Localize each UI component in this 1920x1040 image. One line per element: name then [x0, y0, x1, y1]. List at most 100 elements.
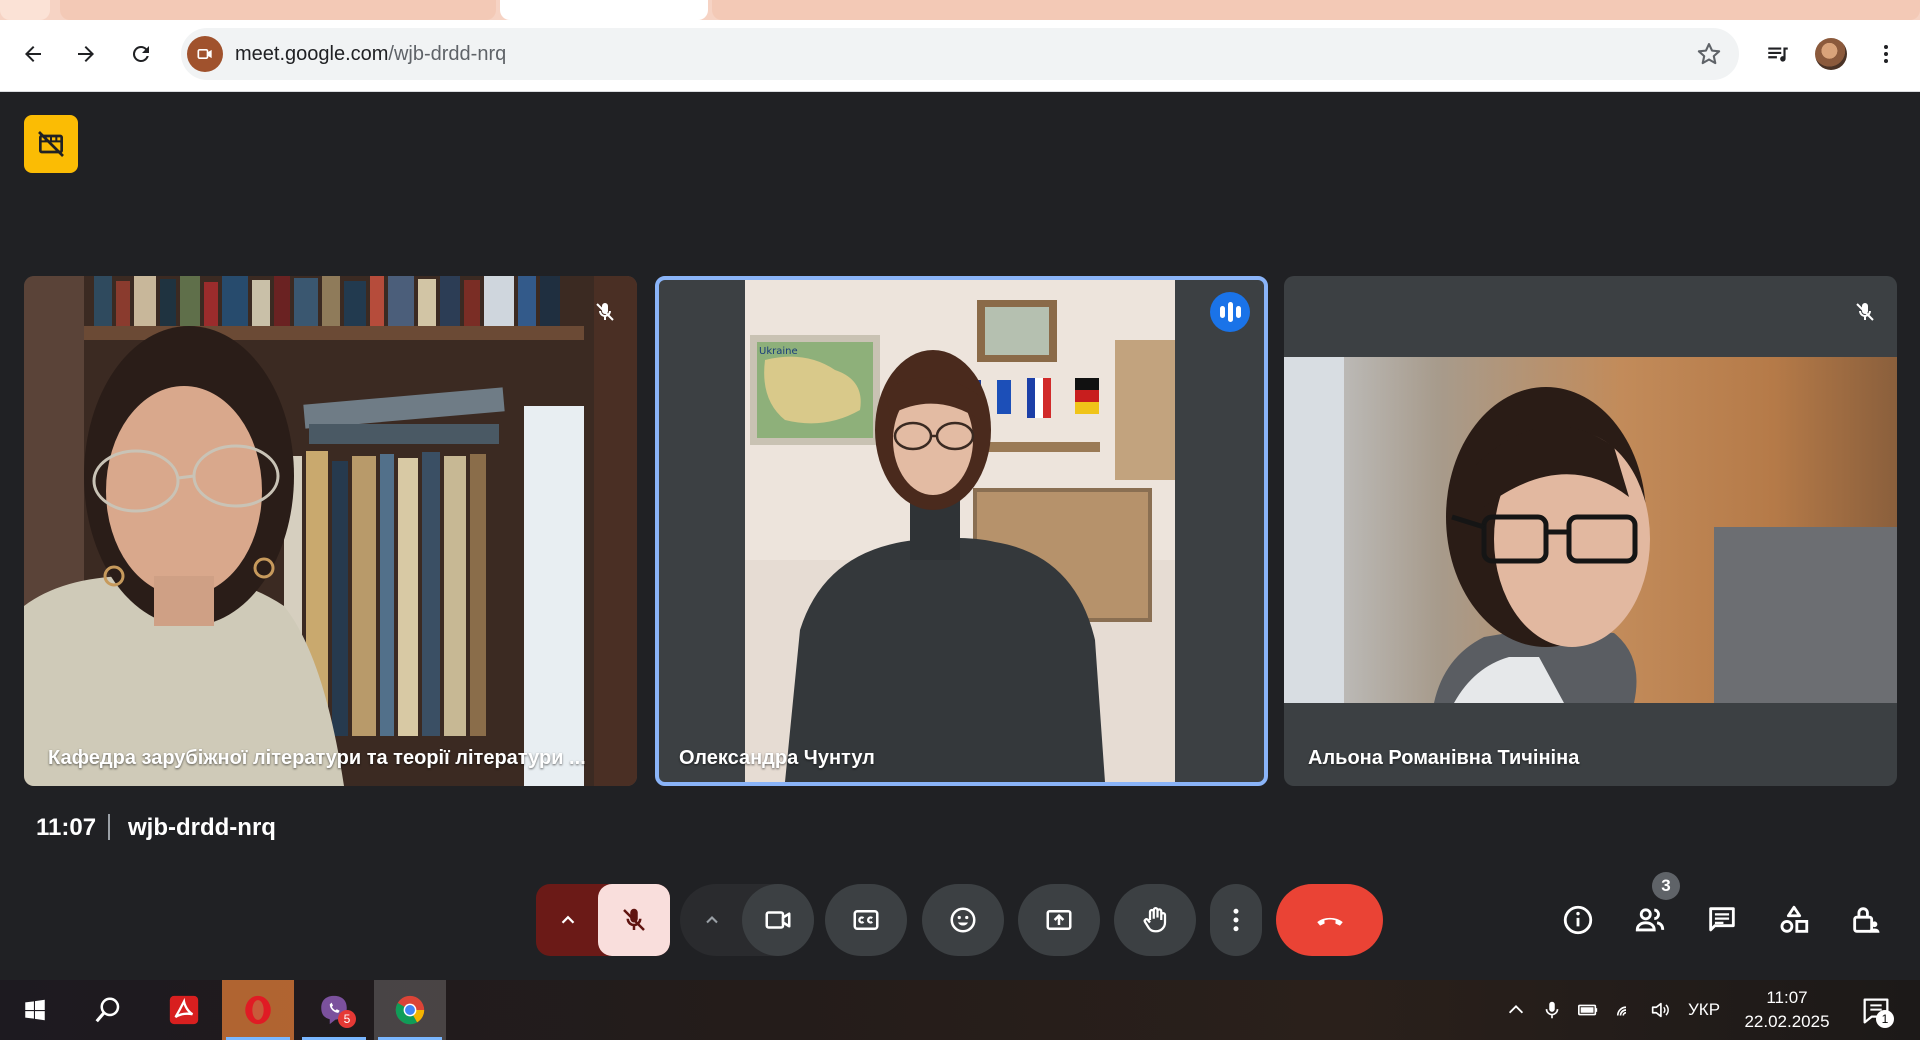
start-button[interactable]: [0, 980, 70, 1040]
hand-icon: [1143, 907, 1167, 933]
participant-video: Ukraine: [745, 280, 1175, 782]
taskbar-app-opera[interactable]: [222, 980, 294, 1040]
address-bar[interactable]: meet.google.com/wjb-drdd-nrq: [181, 28, 1739, 80]
microphone-control: [536, 884, 670, 956]
taskbar-app-viber[interactable]: 5: [298, 980, 370, 1040]
notification-count-badge: 1: [1876, 1010, 1894, 1028]
present-screen-icon: [1046, 910, 1072, 930]
browser-toolbar: meet.google.com/wjb-drdd-nrq: [0, 20, 1920, 92]
wifi-icon: [1616, 1006, 1627, 1016]
meeting-details-button[interactable]: [1558, 900, 1598, 940]
reload-button[interactable]: [123, 36, 159, 72]
clock-date: 22.02.2025: [1744, 1012, 1830, 1031]
browser-tab-active[interactable]: [500, 0, 708, 20]
windows-taskbar: 5 УКР 11:07 22.02.2025 1: [0, 980, 1920, 1040]
more-options-button[interactable]: [1210, 884, 1262, 956]
volume-tray-icon[interactable]: [1646, 996, 1674, 1024]
taskbar-app-chrome[interactable]: [374, 980, 446, 1040]
microphone-icon: [1545, 1001, 1559, 1019]
reload-icon: [132, 45, 149, 62]
browser-tab[interactable]: [60, 0, 496, 20]
camera-icon: [765, 911, 791, 929]
microphone-tray-icon[interactable]: [1538, 996, 1566, 1024]
forward-button[interactable]: [68, 36, 104, 72]
taskbar-app-adobe-acrobat[interactable]: [148, 980, 220, 1040]
hang-up-icon: [1316, 917, 1343, 926]
info-icon: [1563, 905, 1593, 935]
browser-tab[interactable]: [712, 0, 1920, 20]
participant-tile[interactable]: Альона Романівна Тичініна: [1284, 276, 1897, 786]
muted-indicator: [589, 296, 621, 328]
bookmark-star-icon[interactable]: [1695, 40, 1723, 68]
meeting-clock: 11:07: [36, 814, 97, 841]
activities-button[interactable]: [1774, 900, 1814, 940]
show-hidden-icons-button[interactable]: [1502, 996, 1530, 1024]
toggle-camera-button[interactable]: [742, 884, 814, 956]
chevron-up-icon: [1508, 1005, 1524, 1014]
opera-icon: [245, 995, 271, 1025]
participant-tile[interactable]: Кафедра зарубіжної літератури та теорії …: [24, 276, 637, 786]
shapes-icon: [1780, 905, 1809, 933]
search-button[interactable]: [72, 980, 144, 1040]
site-info-icon[interactable]: [187, 36, 223, 72]
media-control-icon[interactable]: [1760, 36, 1796, 72]
browser-menu-icon[interactable]: [1868, 36, 1904, 72]
chevron-up-icon: [706, 916, 718, 924]
participant-video: [1284, 357, 1897, 703]
battery-tray-icon[interactable]: [1574, 996, 1602, 1024]
chevron-up-icon: [561, 915, 575, 924]
participant-name: Кафедра зарубіжної літератури та теорії …: [48, 747, 586, 769]
participant-video: [24, 276, 637, 786]
svg-text:Ukraine: Ukraine: [759, 346, 798, 357]
speaking-indicator: [1210, 292, 1250, 332]
divider: [108, 814, 110, 840]
arrow-left-icon: [25, 46, 41, 62]
battery-icon: [1578, 1004, 1598, 1016]
clock-time: 11:07: [1766, 988, 1808, 1007]
url-text: meet.google.com/wjb-drdd-nrq: [235, 43, 507, 65]
arrow-right-icon: [78, 46, 94, 62]
chat-button[interactable]: [1702, 900, 1742, 940]
network-tray-icon[interactable]: [1612, 996, 1640, 1024]
recording-off-badge[interactable]: [24, 115, 78, 173]
raise-hand-button[interactable]: [1114, 884, 1196, 956]
audio-options-button[interactable]: [536, 884, 600, 956]
video-options-button[interactable]: [680, 884, 744, 956]
emoji-icon: [950, 907, 976, 933]
more-vertical-icon: [1233, 908, 1239, 932]
mic-off-icon: [596, 303, 614, 321]
chat-icon: [1709, 907, 1735, 932]
system-clock[interactable]: 11:07 22.02.2025: [1742, 986, 1832, 1034]
camera-control: [680, 884, 814, 956]
no-recording-icon: [38, 131, 64, 157]
participant-name: Альона Романівна Тичініна: [1308, 747, 1580, 769]
adobe-acrobat-icon: [169, 995, 199, 1025]
captions-button[interactable]: [825, 884, 907, 956]
people-button[interactable]: [1630, 900, 1670, 940]
leave-call-button[interactable]: [1276, 884, 1383, 956]
profile-avatar[interactable]: [1815, 38, 1847, 70]
meet-stage: Кафедра зарубіжної літератури та теорії …: [0, 92, 1920, 980]
captions-icon: [853, 910, 879, 930]
mic-off-icon: [623, 908, 645, 931]
viber-unread-badge: 5: [338, 1010, 356, 1028]
participant-tile-active-speaker[interactable]: Ukraine Олександра Чунтул: [655, 276, 1268, 786]
people-icon: [1635, 908, 1665, 932]
back-button[interactable]: [15, 36, 51, 72]
chrome-icon: [395, 995, 425, 1025]
reactions-button[interactable]: [922, 884, 1004, 956]
input-language-indicator[interactable]: УКР: [1688, 1000, 1720, 1020]
meeting-code: wjb-drdd-nrq: [128, 814, 276, 841]
search-icon: [95, 997, 120, 1023]
lock-person-icon: [1853, 907, 1880, 933]
participant-name: Олександра Чунтул: [679, 747, 875, 769]
browser-tab[interactable]: [0, 0, 50, 20]
windows-logo-icon: [25, 999, 45, 1021]
toggle-microphone-button[interactable]: [598, 884, 670, 956]
present-screen-button[interactable]: [1018, 884, 1100, 956]
participant-count-badge: 3: [1652, 872, 1680, 900]
host-controls-button[interactable]: [1846, 900, 1886, 940]
muted-indicator: [1849, 296, 1881, 328]
mic-off-icon: [1856, 303, 1874, 321]
speaker-icon: [1651, 1002, 1669, 1018]
